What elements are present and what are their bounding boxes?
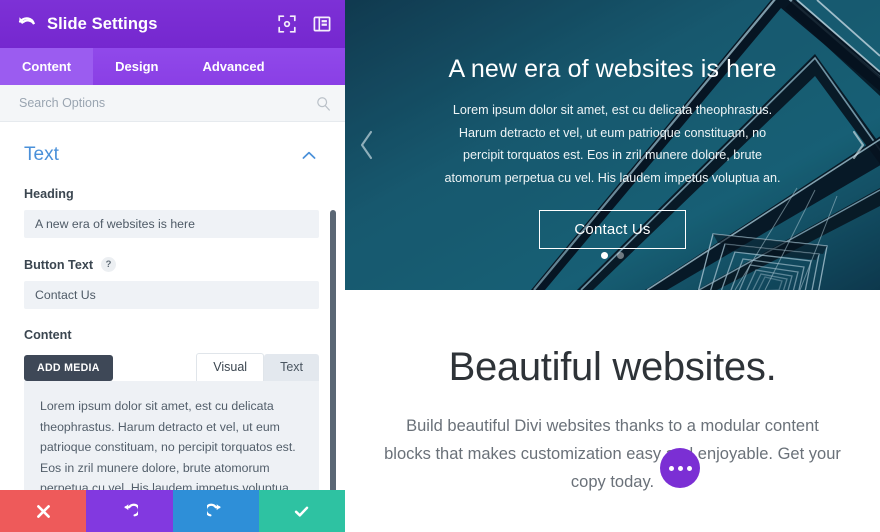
search-icon[interactable] bbox=[316, 96, 331, 111]
slider-dot-1[interactable] bbox=[601, 252, 608, 259]
layout-panel-icon[interactable] bbox=[313, 15, 331, 33]
content-editor-text: Lorem ipsum dolor sit amet, est cu delic… bbox=[40, 399, 296, 490]
button-text-field: Button Text ? bbox=[24, 257, 319, 309]
editor-toolbar: ADD MEDIA Visual Text bbox=[24, 351, 319, 381]
panel-action-bar bbox=[0, 490, 345, 532]
fab-dot-2 bbox=[677, 465, 683, 471]
slider-pagination bbox=[345, 252, 880, 259]
search-options-bar bbox=[0, 85, 345, 122]
redo-arrow-icon bbox=[207, 503, 221, 516]
button-text-label: Button Text ? bbox=[24, 257, 319, 272]
tab-content[interactable]: Content bbox=[0, 48, 94, 85]
close-x-icon bbox=[36, 504, 50, 518]
content-field: Content ADD MEDIA Visual Text Lorem ipsu… bbox=[24, 328, 319, 490]
chevron-right-icon[interactable] bbox=[847, 128, 869, 162]
more-options-fab[interactable] bbox=[660, 448, 700, 488]
fab-dot-3 bbox=[686, 465, 692, 471]
lower-section: Beautiful websites. Build beautiful Divi… bbox=[345, 290, 880, 532]
help-icon[interactable]: ? bbox=[101, 257, 117, 272]
slide-settings-panel: Slide Settings Content Design Advanced S… bbox=[0, 0, 345, 532]
text-section-header[interactable]: Text bbox=[24, 144, 319, 166]
tab-design[interactable]: Design bbox=[93, 48, 180, 85]
panel-title: Slide Settings bbox=[47, 14, 158, 33]
undo-button[interactable] bbox=[86, 490, 173, 532]
chevron-left-icon[interactable] bbox=[356, 128, 378, 162]
lower-title: Beautiful websites. bbox=[448, 345, 777, 389]
tab-advanced[interactable]: Advanced bbox=[180, 48, 286, 85]
add-media-button[interactable]: ADD MEDIA bbox=[24, 355, 113, 381]
heading-label-text: Heading bbox=[24, 187, 74, 201]
content-editor[interactable]: Lorem ipsum dolor sit amet, est cu delic… bbox=[24, 381, 319, 490]
divi-builder-screen: Slide Settings Content Design Advanced S… bbox=[0, 0, 880, 532]
hero-slider: A new era of websites is here Lorem ipsu… bbox=[345, 0, 880, 290]
editor-tab-text[interactable]: Text bbox=[264, 354, 319, 381]
button-text-input[interactable] bbox=[24, 281, 319, 309]
content-label-text: Content bbox=[24, 328, 72, 342]
settings-tabbar: Content Design Advanced bbox=[0, 48, 345, 85]
redo-button[interactable] bbox=[172, 490, 259, 532]
editor-tab-visual[interactable]: Visual bbox=[196, 353, 265, 381]
undo-arrow-icon bbox=[124, 503, 138, 516]
hero-cta-button[interactable]: Contact Us bbox=[539, 210, 686, 249]
save-button[interactable] bbox=[258, 490, 345, 532]
content-label: Content bbox=[24, 328, 319, 342]
heading-field: Heading bbox=[24, 187, 319, 238]
panel-scrollbar-thumb[interactable] bbox=[330, 210, 336, 490]
panel-header: Slide Settings bbox=[0, 0, 345, 48]
hero-title: A new era of websites is here bbox=[448, 55, 777, 83]
hero-content: A new era of websites is here Lorem ipsu… bbox=[345, 0, 880, 290]
slider-dot-2[interactable] bbox=[617, 252, 624, 259]
checkmark-icon bbox=[295, 506, 309, 517]
page-preview: A new era of websites is here Lorem ipsu… bbox=[345, 0, 880, 532]
heading-input[interactable] bbox=[24, 210, 319, 238]
search-input[interactable] bbox=[19, 96, 316, 110]
settings-scroll-body: Text Heading Button Text ? bbox=[0, 122, 345, 490]
panel-header-tools bbox=[278, 15, 331, 33]
focus-frame-icon[interactable] bbox=[278, 15, 296, 33]
close-button[interactable] bbox=[0, 490, 87, 532]
hero-description: Lorem ipsum dolor sit amet, est cu delic… bbox=[444, 103, 781, 185]
chevron-up-icon[interactable] bbox=[302, 151, 316, 160]
button-text-label-text: Button Text bbox=[24, 257, 94, 272]
back-arrow-icon[interactable] bbox=[17, 14, 37, 34]
heading-label: Heading bbox=[24, 187, 319, 201]
section-title: Text bbox=[24, 144, 59, 165]
lower-description: Build beautiful Divi websites thanks to … bbox=[384, 417, 841, 491]
editor-mode-tabs: Visual Text bbox=[196, 353, 319, 381]
fab-dot-1 bbox=[668, 465, 674, 471]
